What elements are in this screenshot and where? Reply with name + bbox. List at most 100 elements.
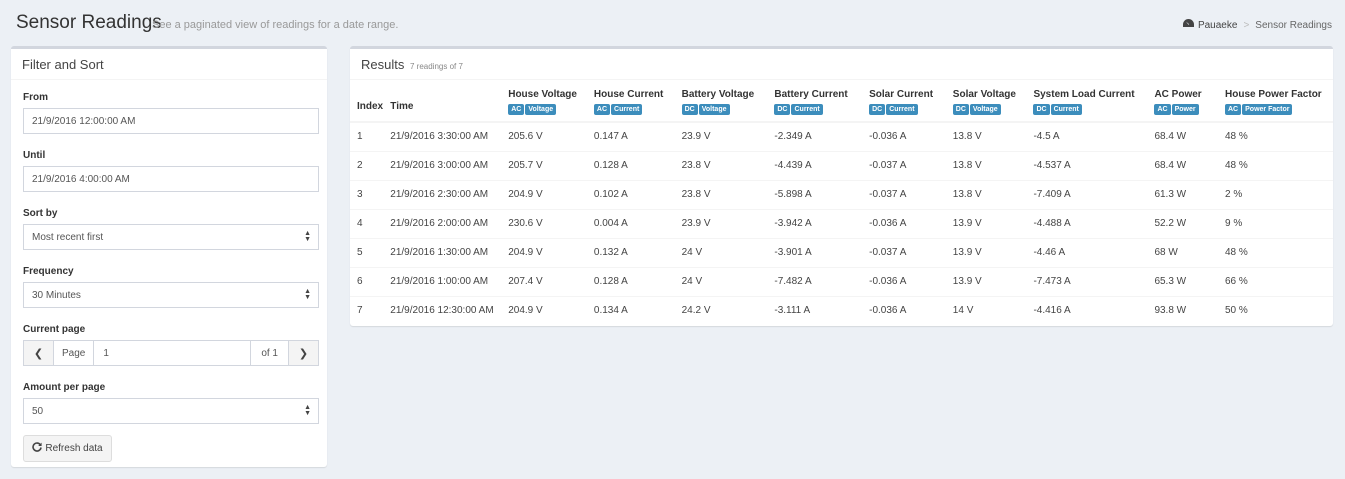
select-arrows-icon: ▲ ▼ bbox=[304, 404, 311, 417]
column-badges: AC Current bbox=[593, 103, 643, 115]
unit-badge: AC bbox=[508, 104, 525, 115]
table-cell: 50 % bbox=[1219, 295, 1333, 325]
column-header: Solar Voltage DC Voltage bbox=[946, 82, 1028, 123]
chevron-right-icon: ❯ bbox=[298, 347, 309, 360]
column-badges: AC Power Factor bbox=[1225, 103, 1293, 115]
table-cell: -5.898 A bbox=[768, 179, 864, 209]
until-date-input[interactable]: 21/9/2016 4:00:00 AM bbox=[23, 166, 319, 192]
page-number-input[interactable]: 1 bbox=[94, 341, 250, 365]
column-badges: DC Voltage bbox=[952, 103, 1002, 115]
table-cell: 23.9 V bbox=[675, 121, 769, 151]
results-table: Index Time House Voltage AC Voltage House Cur… bbox=[350, 82, 1333, 325]
unit-badge: Voltage bbox=[698, 104, 730, 115]
column-badges: DC Current bbox=[869, 103, 918, 115]
column-header: Solar Current DC Current bbox=[863, 82, 947, 123]
table-cell: -0.037 A bbox=[863, 150, 947, 180]
filter-panel-header: Filter and Sort bbox=[11, 49, 327, 80]
results-panel: Results 7 readings of 7 Index Time House V… bbox=[350, 46, 1333, 326]
breadcrumb: Pauaeke > Sensor Readings bbox=[1182, 19, 1332, 31]
results-title-text: Results bbox=[361, 56, 405, 72]
unit-badge: Voltage bbox=[969, 104, 1001, 115]
table-header-row: Index Time House Voltage AC Voltage House Cur… bbox=[350, 82, 1333, 123]
results-title: Results 7 readings of 7 bbox=[361, 57, 463, 72]
prev-page-button[interactable]: ❮ bbox=[24, 341, 53, 365]
refresh-data-button[interactable]: Refresh data bbox=[23, 435, 112, 462]
content-header: Sensor Readings See a paginated view of … bbox=[0, 0, 1345, 46]
table-cell: 68.4 W bbox=[1148, 121, 1219, 151]
from-date-input[interactable]: 21/9/2016 12:00:00 AM bbox=[23, 108, 319, 134]
frequency-select[interactable]: 30 Minutes ▲ ▼ bbox=[23, 282, 319, 308]
table-cell: -7.409 A bbox=[1027, 179, 1149, 209]
column-title: Index bbox=[357, 101, 384, 112]
table-row: 7 21/9/2016 12:30:00 AM 204.9 V 0.134 A 24.2… bbox=[350, 295, 1333, 325]
amount-per-page-select[interactable]: 50 ▲ ▼ bbox=[23, 398, 319, 424]
table-cell: 2 bbox=[350, 150, 385, 180]
table-cell: 48 % bbox=[1219, 150, 1333, 180]
filter-panel-title: Filter and Sort bbox=[22, 56, 104, 72]
page-total: of 1 bbox=[250, 341, 289, 365]
table-cell: 207.4 V bbox=[502, 266, 588, 296]
unit-badge: Current bbox=[791, 104, 823, 115]
table-cell: 61.3 W bbox=[1148, 179, 1219, 209]
table-cell: 0.102 A bbox=[587, 179, 676, 209]
table-cell: 13.9 V bbox=[946, 237, 1028, 267]
unit-badge: Voltage bbox=[525, 104, 557, 115]
table-cell: 2 % bbox=[1219, 179, 1333, 209]
table-cell: 0.134 A bbox=[587, 295, 676, 325]
column-title: Solar Current bbox=[869, 89, 934, 100]
breadcrumb-current: Sensor Readings bbox=[1255, 19, 1332, 31]
column-header: House Current AC Current bbox=[587, 82, 676, 123]
table-cell: 13.8 V bbox=[946, 150, 1028, 180]
table-cell: 21/9/2016 2:00:00 AM bbox=[384, 208, 503, 238]
sort-by-label: Sort by bbox=[23, 208, 58, 219]
results-panel-header: Results 7 readings of 7 bbox=[350, 49, 1333, 80]
table-cell: 13.8 V bbox=[946, 121, 1028, 151]
unit-badge: Power Factor bbox=[1242, 104, 1293, 115]
column-badges: DC Voltage bbox=[681, 103, 731, 115]
column-title: House Voltage bbox=[508, 89, 577, 100]
unit-badge: Current bbox=[1050, 104, 1082, 115]
table-cell: 230.6 V bbox=[502, 208, 588, 238]
table-cell: 6 bbox=[350, 266, 385, 296]
unit-badge: DC bbox=[681, 104, 698, 115]
column-header: Index bbox=[350, 82, 385, 123]
breadcrumb-home-link[interactable]: Pauaeke bbox=[1198, 20, 1237, 31]
filter-panel: Filter and Sort From 21/9/2016 12:00:00 … bbox=[11, 46, 327, 467]
sort-by-select[interactable]: Most recent first ▲ ▼ bbox=[23, 224, 319, 250]
column-badges: AC Voltage bbox=[508, 103, 557, 115]
table-cell: 65.3 W bbox=[1148, 266, 1219, 296]
table-row: 6 21/9/2016 1:00:00 AM 207.4 V 0.128 A 24 V-… bbox=[350, 266, 1333, 296]
column-title: House Power Factor bbox=[1225, 89, 1322, 100]
table-cell: 0.128 A bbox=[587, 266, 676, 296]
table-cell: 4 bbox=[350, 208, 385, 238]
frequency-label: Frequency bbox=[23, 266, 74, 277]
until-label: Until bbox=[23, 150, 46, 161]
table-cell: -0.036 A bbox=[863, 295, 947, 325]
column-title: House Current bbox=[593, 89, 664, 100]
column-header: Battery Voltage DC Voltage bbox=[675, 82, 769, 123]
table-cell: 204.9 V bbox=[502, 237, 588, 267]
table-cell: 23.8 V bbox=[675, 179, 769, 209]
table-cell: 66 % bbox=[1219, 266, 1333, 296]
page-addon: Page bbox=[53, 341, 95, 365]
table-cell: 205.7 V bbox=[502, 150, 588, 180]
unit-badge: AC bbox=[1154, 104, 1171, 115]
column-title: System Load Current bbox=[1033, 89, 1135, 100]
table-cell: 204.9 V bbox=[502, 179, 588, 209]
table-cell: -7.473 A bbox=[1027, 266, 1149, 296]
unit-badge: AC bbox=[593, 104, 611, 115]
unit-badge: DC bbox=[774, 104, 791, 115]
select-arrows-icon: ▲ ▼ bbox=[304, 230, 311, 243]
amount-per-page-value: 50 bbox=[32, 405, 44, 417]
table-cell: 21/9/2016 12:30:00 AM bbox=[384, 295, 503, 325]
unit-badge: AC bbox=[1225, 104, 1242, 115]
next-page-button[interactable]: ❯ bbox=[289, 341, 318, 365]
table-cell: -4.537 A bbox=[1027, 150, 1149, 180]
table-cell: 21/9/2016 1:00:00 AM bbox=[384, 266, 503, 296]
table-cell: -3.901 A bbox=[768, 237, 864, 267]
unit-badge: DC bbox=[952, 104, 969, 115]
table-cell: 21/9/2016 1:30:00 AM bbox=[384, 237, 503, 267]
table-cell: -3.942 A bbox=[768, 208, 864, 238]
column-title: Battery Current bbox=[774, 89, 848, 100]
table-cell: 0.004 A bbox=[587, 208, 676, 238]
